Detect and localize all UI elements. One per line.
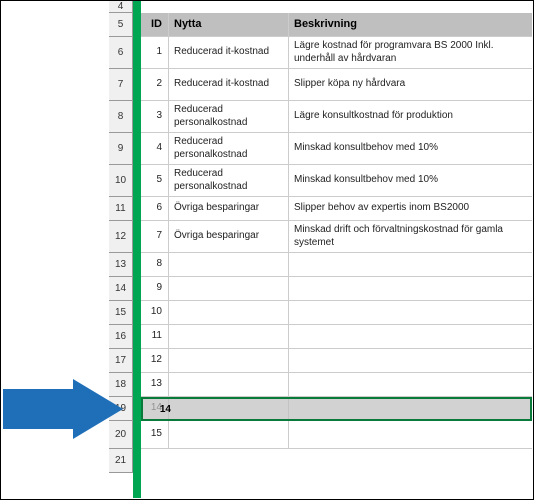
row-header-21[interactable]: 21: [109, 449, 133, 473]
cell-beskrivning: Slipper köpa ny hårdvara: [289, 69, 532, 100]
cell-beskrivning: [289, 349, 532, 372]
cell-nytta: Reducerad personalkostnad: [169, 133, 289, 164]
cell-nytta: Övriga besparingar: [169, 197, 289, 220]
row-header-17[interactable]: 17: [109, 349, 133, 373]
sheet-content: IDNyttaBeskrivning1Reducerad it-kostnadL…: [141, 1, 532, 498]
cell-id: 12: [141, 349, 169, 372]
row-header-8[interactable]: 8: [109, 101, 133, 133]
row-header-7[interactable]: 7: [109, 69, 133, 101]
cell-nytta: [169, 373, 289, 396]
cell-id: 8: [141, 253, 169, 276]
table-row[interactable]: 15: [141, 421, 532, 449]
row-header-11[interactable]: 11: [109, 197, 133, 221]
cell-beskrivning: Lägre konsultkostnad för produktion: [289, 101, 532, 132]
cell-nytta: Reducerad personalkostnad: [169, 101, 289, 132]
row-header-13[interactable]: 13: [109, 253, 133, 277]
cell-beskrivning: Slipper behov av expertis inom BS2000: [289, 197, 532, 220]
selected-id: 14: [148, 404, 177, 415]
cell-nytta: [169, 349, 289, 372]
cell-beskrivning: [289, 325, 532, 348]
cell-beskrivning: [289, 277, 532, 300]
cell-id: 4: [141, 133, 169, 164]
cell-nytta: Reducerad it-kostnad: [169, 69, 289, 100]
row-header-14[interactable]: 14: [109, 277, 133, 301]
table-row[interactable]: 12: [141, 349, 532, 373]
cell-id: 3: [141, 101, 169, 132]
row-header-5[interactable]: 5: [109, 13, 133, 37]
selected-row[interactable]: 14: [141, 397, 532, 421]
table-row[interactable]: 9: [141, 277, 532, 301]
arrow-icon: [3, 379, 123, 439]
cell-nytta: Övriga besparingar: [169, 221, 289, 252]
table-row[interactable]: 4Reducerad personalkostnadMinskad konsul…: [141, 133, 532, 165]
table-row[interactable]: 1Reducerad it-kostnadLägre kostnad för p…: [141, 37, 532, 69]
table-row[interactable]: 3Reducerad personalkostnadLägre konsultk…: [141, 101, 532, 133]
cell-nytta: [169, 277, 289, 300]
table-row[interactable]: 6Övriga besparingarSlipper behov av expe…: [141, 197, 532, 221]
cell-nytta: [169, 253, 289, 276]
cell-nytta: [169, 421, 289, 448]
row-header-16[interactable]: 16: [109, 325, 133, 349]
table-row[interactable]: 5Reducerad personalkostnadMinskad konsul…: [141, 165, 532, 197]
cell-id: 15: [141, 421, 169, 448]
green-column: [133, 1, 141, 498]
cell-id: 13: [141, 373, 169, 396]
cell-beskrivning: Minskad konsultbehov med 10%: [289, 165, 532, 196]
cell-id: 1: [141, 37, 169, 68]
header-id: ID: [141, 13, 169, 36]
cell-id: 10: [141, 301, 169, 324]
table-row[interactable]: 8: [141, 253, 532, 277]
row-header-12[interactable]: 12: [109, 221, 133, 253]
cell-beskrivning: Minskad konsultbehov med 10%: [289, 133, 532, 164]
cell-beskrivning: Minskad drift och förvaltningskostnad fö…: [289, 221, 532, 252]
row-header-4[interactable]: 4: [109, 1, 133, 13]
cell-beskrivning: [289, 301, 532, 324]
header-row: IDNyttaBeskrivning: [141, 13, 532, 37]
cell-nytta: [169, 301, 289, 324]
cell-nytta: [169, 325, 289, 348]
row-header-9[interactable]: 9: [109, 133, 133, 165]
cell-id: 11: [141, 325, 169, 348]
row-header-10[interactable]: 10: [109, 165, 133, 197]
cell-beskrivning: [289, 421, 532, 448]
header-beskrivning: Beskrivning: [289, 13, 532, 36]
cell-id: 9: [141, 277, 169, 300]
cell-id: 6: [141, 197, 169, 220]
table-row[interactable]: 2Reducerad it-kostnadSlipper köpa ny hår…: [141, 69, 532, 101]
cell-nytta: Reducerad it-kostnad: [169, 37, 289, 68]
header-nytta: Nytta: [169, 13, 289, 36]
cell-beskrivning: [289, 253, 532, 276]
cell-id: 7: [141, 221, 169, 252]
table-row[interactable]: 13: [141, 373, 532, 397]
table-row[interactable]: 7Övriga besparingarMinskad drift och för…: [141, 221, 532, 253]
cell-nytta: Reducerad personalkostnad: [169, 165, 289, 196]
row-header-15[interactable]: 15: [109, 301, 133, 325]
cell-beskrivning: [289, 373, 532, 396]
row-header-6[interactable]: 6: [109, 37, 133, 69]
table-row[interactable]: 11: [141, 325, 532, 349]
cell-id: 5: [141, 165, 169, 196]
cell-beskrivning: Lägre kostnad för programvara BS 2000 In…: [289, 37, 532, 68]
cell-id: 2: [141, 69, 169, 100]
table-row[interactable]: 10: [141, 301, 532, 325]
